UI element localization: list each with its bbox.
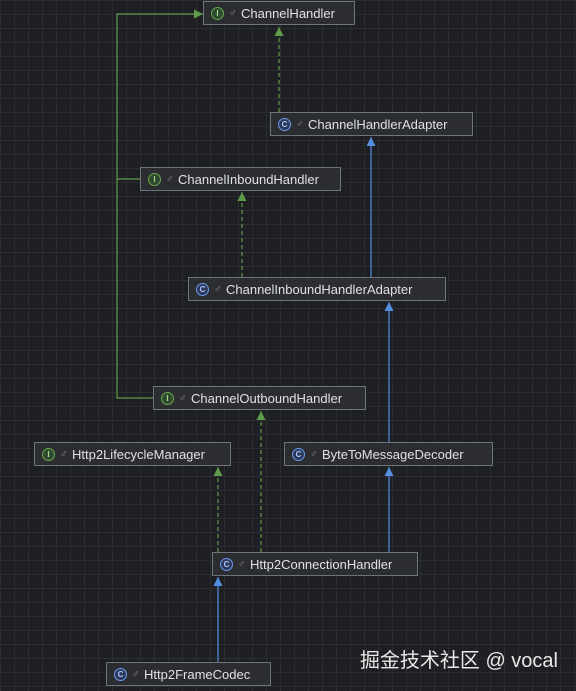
edge-inbound-adapter-extends-handler-adapter-arrowhead bbox=[366, 137, 376, 146]
visibility-icon: ♂ bbox=[296, 118, 304, 130]
node-label: ChannelHandlerAdapter bbox=[308, 116, 448, 132]
node-channel-inbound-handler[interactable]: I ♂ ChannelInboundHandler bbox=[140, 167, 341, 191]
visibility-icon: ♂ bbox=[166, 173, 174, 185]
class-icon: C bbox=[114, 667, 127, 681]
edge-connection-implements-lifecycle-arrowhead bbox=[213, 467, 223, 476]
node-channel-outbound-handler[interactable]: I ♂ ChannelOutboundHandler bbox=[153, 386, 366, 410]
node-label: ChannelInboundHandlerAdapter bbox=[226, 281, 413, 297]
visibility-icon: ♂ bbox=[238, 558, 246, 570]
node-channel-handler-adapter[interactable]: C ♂ ChannelHandlerAdapter bbox=[270, 112, 473, 136]
edge-connection-extends-decoder-arrowhead bbox=[384, 467, 394, 476]
inheritance-edges bbox=[116, 9, 394, 662]
edge-outbound-extends-handler bbox=[116, 179, 153, 399]
class-icon: C bbox=[196, 282, 209, 296]
visibility-icon: ♂ bbox=[229, 7, 237, 19]
interface-icon: I bbox=[211, 6, 224, 20]
edge-inbound-extends-handler-arrowhead bbox=[194, 9, 203, 19]
edge-connection-implements-outbound-arrowhead bbox=[256, 411, 266, 420]
watermark: 掘金技术社区 @ vocal bbox=[359, 650, 558, 672]
node-byte-to-message-decoder[interactable]: C ♂ ByteToMessageDecoder bbox=[284, 442, 493, 466]
visibility-icon: ♂ bbox=[179, 392, 187, 404]
interface-icon: I bbox=[42, 447, 55, 461]
class-icon: C bbox=[278, 117, 291, 131]
node-label: Http2FrameCodec bbox=[144, 666, 251, 682]
node-label: ChannelOutboundHandler bbox=[191, 390, 343, 406]
node-http2-connection-handler[interactable]: C ♂ Http2ConnectionHandler bbox=[212, 552, 418, 576]
edge-decoder-extends-inbound-adapter-arrowhead bbox=[384, 302, 394, 311]
node-http2-lifecycle-manager[interactable]: I ♂ Http2LifecycleManager bbox=[34, 442, 231, 466]
visibility-icon: ♂ bbox=[310, 448, 318, 460]
visibility-icon: ♂ bbox=[60, 448, 68, 460]
edge-codec-extends-connection-arrowhead bbox=[213, 577, 223, 586]
node-label: ChannelInboundHandler bbox=[178, 171, 319, 187]
edge-inbound-extends-handler bbox=[116, 13, 203, 180]
visibility-icon: ♂ bbox=[132, 668, 140, 680]
interface-icon: I bbox=[148, 172, 161, 186]
edge-adapter-implements-handler-arrowhead bbox=[274, 27, 284, 36]
class-icon: C bbox=[220, 557, 233, 571]
node-http2-frame-codec[interactable]: C ♂ Http2FrameCodec bbox=[106, 662, 271, 686]
node-label: ChannelHandler bbox=[241, 5, 335, 21]
edge-inbound-adapter-implements-inbound-arrowhead bbox=[237, 192, 247, 201]
node-label: Http2LifecycleManager bbox=[72, 446, 205, 462]
node-label: ByteToMessageDecoder bbox=[322, 446, 464, 462]
node-label: Http2ConnectionHandler bbox=[250, 556, 393, 572]
node-channel-handler[interactable]: I ♂ ChannelHandler bbox=[203, 1, 355, 25]
node-channel-inbound-handler-adapter[interactable]: C ♂ ChannelInboundHandlerAdapter bbox=[188, 277, 446, 301]
visibility-icon: ♂ bbox=[214, 283, 222, 295]
interface-icon: I bbox=[161, 391, 174, 405]
class-icon: C bbox=[292, 447, 305, 461]
